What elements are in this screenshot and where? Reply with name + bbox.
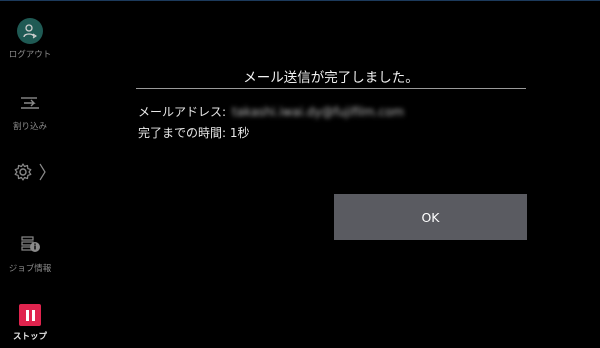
time-row: 完了までの時間: 1秒 (138, 124, 250, 141)
sidebar: ログアウト 割り込み ジョブ情報 ストップ (0, 0, 60, 348)
title-divider (136, 88, 526, 89)
email-label: メールアドレス: (138, 105, 227, 119)
job-info-button[interactable]: ジョブ情報 (0, 232, 60, 274)
stop-button[interactable]: ストップ (0, 304, 60, 342)
interrupt-label: 割り込み (12, 122, 47, 132)
interrupt-icon (18, 94, 42, 116)
stop-label: ストップ (12, 332, 47, 342)
chevron-right-icon (39, 162, 47, 186)
dialog-title: メール送信が完了しました。 (243, 70, 419, 86)
logout-button[interactable]: ログアウト (0, 18, 60, 60)
email-row: メールアドレス: takashi.iwai.dy@fujifilm.com (138, 103, 404, 120)
stop-icon (19, 304, 41, 326)
ok-button[interactable]: OK (334, 194, 527, 240)
time-value: 1秒 (229, 126, 250, 140)
email-value: takashi.iwai.dy@fujifilm.com (232, 105, 405, 119)
logout-label: ログアウト (8, 50, 52, 60)
screen: ログアウト 割り込み ジョブ情報 ストップ メール送信が完了しました。 メールア… (0, 0, 600, 348)
interrupt-button[interactable]: 割り込み (0, 94, 60, 132)
top-border (0, 0, 600, 1)
logout-icon (17, 18, 43, 44)
job-info-label: ジョブ情報 (8, 264, 52, 274)
time-label: 完了までの時間: (138, 126, 227, 140)
settings-button[interactable] (0, 162, 60, 186)
job-info-icon (18, 232, 42, 258)
gear-icon (13, 162, 33, 186)
